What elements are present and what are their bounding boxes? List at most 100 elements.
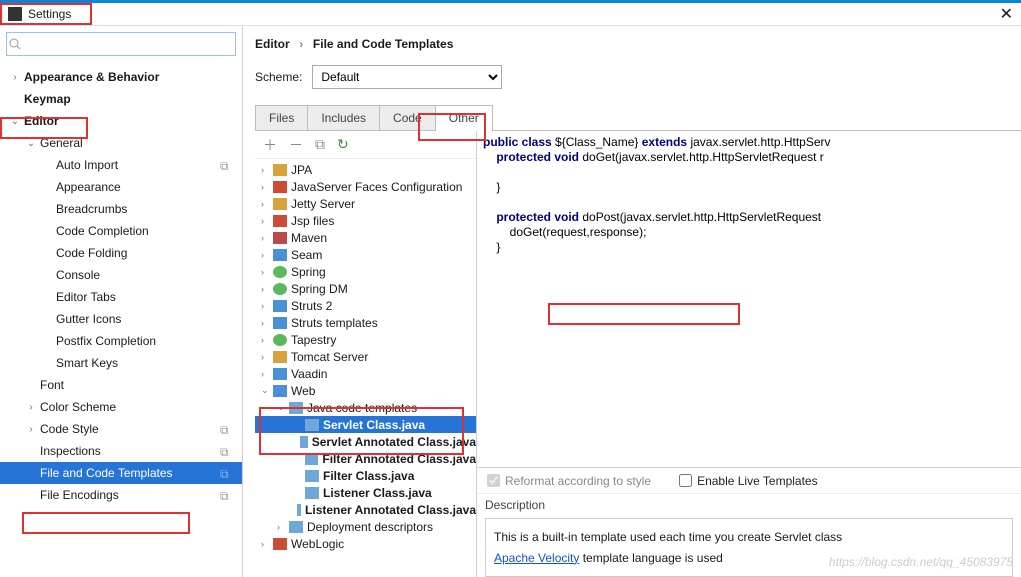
tab-includes[interactable]: Includes bbox=[307, 105, 380, 130]
file-icon bbox=[300, 436, 308, 448]
template-item-filter-annotated-class-java[interactable]: Filter Annotated Class.java bbox=[255, 450, 476, 467]
description-header: Description bbox=[477, 493, 1021, 516]
close-icon[interactable]: ✕ bbox=[1000, 4, 1013, 24]
template-item-deployment-descriptors[interactable]: ›Deployment descriptors bbox=[255, 518, 476, 535]
template-item-listener-class-java[interactable]: Listener Class.java bbox=[255, 484, 476, 501]
add-icon[interactable]: ＋ bbox=[263, 135, 277, 155]
sidebar-item-gutter-icons[interactable]: Gutter Icons bbox=[0, 308, 242, 330]
template-item-web[interactable]: ⌄Web bbox=[255, 382, 476, 399]
file-icon bbox=[289, 521, 303, 533]
file-icon bbox=[273, 538, 287, 550]
template-tree: ›JPA›JavaServer Faces Configuration›Jett… bbox=[255, 159, 476, 577]
template-item-tapestry[interactable]: ›Tapestry bbox=[255, 331, 476, 348]
arrow-icon: › bbox=[261, 199, 273, 209]
file-icon bbox=[273, 249, 287, 261]
sidebar-item-breadcrumbs[interactable]: Breadcrumbs bbox=[0, 198, 242, 220]
template-item-struts-2[interactable]: ›Struts 2 bbox=[255, 297, 476, 314]
sidebar-item-auto-import[interactable]: Auto Import⧉ bbox=[0, 154, 242, 176]
file-icon bbox=[273, 164, 287, 176]
template-item-jpa[interactable]: ›JPA bbox=[255, 161, 476, 178]
template-item-weblogic[interactable]: ›WebLogic bbox=[255, 535, 476, 552]
refresh-icon[interactable]: ↻ bbox=[337, 136, 349, 153]
sidebar-item-file-and-code-templates[interactable]: File and Code Templates⧉ bbox=[0, 462, 242, 484]
breadcrumb-sep: › bbox=[299, 37, 303, 51]
file-icon bbox=[273, 198, 287, 210]
template-item-tomcat-server[interactable]: ›Tomcat Server bbox=[255, 348, 476, 365]
search-input[interactable] bbox=[6, 32, 236, 56]
sidebar-item-postfix-completion[interactable]: Postfix Completion bbox=[0, 330, 242, 352]
sidebar-item-editor[interactable]: ⌄Editor bbox=[0, 110, 242, 132]
code-area[interactable]: public class ${Class_Name} extends javax… bbox=[477, 131, 1021, 467]
sidebar-item-color-scheme[interactable]: ›Color Scheme bbox=[0, 396, 242, 418]
arrow-icon: › bbox=[261, 267, 273, 277]
description-line1: This is a built-in template used each ti… bbox=[494, 527, 1004, 547]
file-icon bbox=[305, 487, 319, 499]
arrow-icon: › bbox=[261, 165, 273, 175]
copy-icon: ⧉ bbox=[220, 423, 232, 435]
template-toolbar: ＋ － ⧉ ↻ bbox=[255, 131, 476, 159]
file-icon bbox=[273, 215, 287, 227]
template-item-listener-annotated-class-java[interactable]: Listener Annotated Class.java bbox=[255, 501, 476, 518]
template-item-java-code-templates[interactable]: ⌄Java code templates bbox=[255, 399, 476, 416]
copy-icon[interactable]: ⧉ bbox=[315, 136, 325, 153]
tab-code[interactable]: Code bbox=[379, 105, 436, 130]
arrow-icon: › bbox=[261, 216, 273, 226]
sidebar-item-console[interactable]: Console bbox=[0, 264, 242, 286]
live-templates-checkbox[interactable]: Enable Live Templates bbox=[679, 474, 818, 488]
breadcrumb-a: Editor bbox=[255, 37, 290, 51]
template-item-servlet-annotated-class-java[interactable]: Servlet Annotated Class.java bbox=[255, 433, 476, 450]
arrow-icon: › bbox=[261, 284, 273, 294]
scheme-select[interactable]: Default bbox=[312, 65, 502, 89]
arrow-icon: › bbox=[24, 424, 38, 435]
file-icon bbox=[297, 504, 301, 516]
sidebar-item-file-encodings[interactable]: File Encodings⧉ bbox=[0, 484, 242, 506]
file-icon bbox=[305, 419, 319, 431]
sidebar-item-code-completion[interactable]: Code Completion bbox=[0, 220, 242, 242]
tabs: FilesIncludesCodeOther bbox=[255, 105, 1021, 131]
sidebar-item-code-folding[interactable]: Code Folding bbox=[0, 242, 242, 264]
template-item-spring-dm[interactable]: ›Spring DM bbox=[255, 280, 476, 297]
template-item-jetty-server[interactable]: ›Jetty Server bbox=[255, 195, 476, 212]
arrow-icon: ⌄ bbox=[277, 402, 289, 413]
sidebar-item-general[interactable]: ⌄General bbox=[0, 132, 242, 154]
arrow-icon: › bbox=[261, 539, 273, 549]
template-item-servlet-class-java[interactable]: Servlet Class.java bbox=[255, 416, 476, 433]
sidebar-item-keymap[interactable]: Keymap bbox=[0, 88, 242, 110]
file-icon bbox=[273, 181, 287, 193]
file-icon bbox=[273, 266, 287, 278]
sidebar-item-code-style[interactable]: ›Code Style⧉ bbox=[0, 418, 242, 440]
arrow-icon: › bbox=[261, 369, 273, 379]
template-item-maven[interactable]: ›Maven bbox=[255, 229, 476, 246]
template-item-seam[interactable]: ›Seam bbox=[255, 246, 476, 263]
template-item-spring[interactable]: ›Spring bbox=[255, 263, 476, 280]
sidebar-item-smart-keys[interactable]: Smart Keys bbox=[0, 352, 242, 374]
arrow-icon: ⌄ bbox=[261, 385, 273, 396]
sidebar-item-editor-tabs[interactable]: Editor Tabs bbox=[0, 286, 242, 308]
tab-other[interactable]: Other bbox=[435, 105, 493, 130]
template-item-vaadin[interactable]: ›Vaadin bbox=[255, 365, 476, 382]
template-item-filter-class-java[interactable]: Filter Class.java bbox=[255, 467, 476, 484]
arrow-icon: › bbox=[24, 402, 38, 413]
file-icon bbox=[273, 351, 287, 363]
options-row: Reformat according to style Enable Live … bbox=[477, 467, 1021, 493]
arrow-icon: › bbox=[261, 318, 273, 328]
template-item-jsp-files[interactable]: ›Jsp files bbox=[255, 212, 476, 229]
template-item-javaserver-faces-configuration[interactable]: ›JavaServer Faces Configuration bbox=[255, 178, 476, 195]
settings-tree: ›Appearance & BehaviorKeymap⌄Editor⌄Gene… bbox=[0, 62, 242, 577]
velocity-link[interactable]: Apache Velocity bbox=[494, 551, 579, 565]
editor-pane: public class ${Class_Name} extends javax… bbox=[477, 131, 1021, 577]
sidebar-item-font[interactable]: Font bbox=[0, 374, 242, 396]
reformat-checkbox[interactable]: Reformat according to style bbox=[487, 474, 651, 488]
arrow-icon: › bbox=[8, 72, 22, 83]
tab-files[interactable]: Files bbox=[255, 105, 308, 130]
arrow-icon: › bbox=[261, 301, 273, 311]
template-list: ＋ － ⧉ ↻ ›JPA›JavaServer Faces Configuration… bbox=[255, 131, 477, 577]
breadcrumb: Editor › File and Code Templates bbox=[255, 36, 1021, 51]
template-item-struts-templates[interactable]: ›Struts templates bbox=[255, 314, 476, 331]
sidebar-item-inspections[interactable]: Inspections⧉ bbox=[0, 440, 242, 462]
file-icon bbox=[273, 300, 287, 312]
remove-icon[interactable]: － bbox=[289, 135, 303, 155]
sidebar-item-appearance-behavior[interactable]: ›Appearance & Behavior bbox=[0, 66, 242, 88]
copy-icon: ⧉ bbox=[220, 159, 232, 171]
sidebar-item-appearance[interactable]: Appearance bbox=[0, 176, 242, 198]
